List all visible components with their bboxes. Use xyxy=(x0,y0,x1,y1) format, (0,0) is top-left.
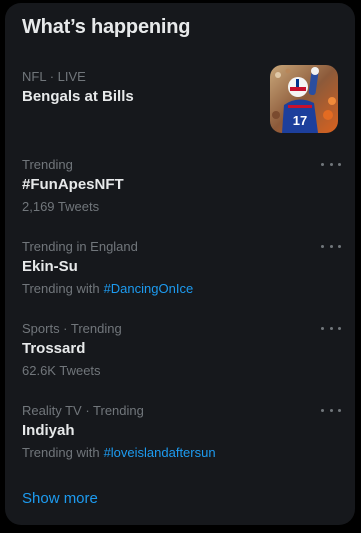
trend-name: #FunApesNFT xyxy=(22,176,124,193)
trend-item-trossard[interactable]: Sports · Trending Trossard 62.6K Tweets xyxy=(5,321,355,403)
football-player-thumbnail-icon[interactable]: 17 xyxy=(270,65,338,133)
tweet-count: 2,169 Tweets xyxy=(22,199,100,214)
show-more-link[interactable]: Show more xyxy=(22,490,98,507)
hashtag-link[interactable]: #DancingOnIce xyxy=(104,281,194,296)
tweet-count: 62.6K Tweets xyxy=(22,363,101,378)
more-options-icon[interactable] xyxy=(321,157,341,171)
trend-name: Indiyah xyxy=(22,422,75,439)
trending-with-label: Trending with xyxy=(22,281,100,296)
more-options-icon[interactable] xyxy=(321,403,341,417)
more-options-icon[interactable] xyxy=(321,321,341,335)
trend-item-indiyah[interactable]: Reality TV · Trending Indiyah Trending w… xyxy=(5,403,355,485)
trend-meta: Reality TV · Trending xyxy=(22,403,144,418)
trending-with-label: Trending with xyxy=(22,445,100,460)
trend-name: Bengals at Bills xyxy=(22,88,134,105)
trending-with: Trending with #DancingOnIce xyxy=(22,281,193,296)
trend-item-funapesnft[interactable]: Trending #FunApesNFT 2,169 Tweets xyxy=(5,157,355,239)
trend-name: Ekin-Su xyxy=(22,258,78,275)
trending-with: Trending with #loveislandaftersun xyxy=(22,445,216,460)
trend-meta: Sports · Trending xyxy=(22,321,122,336)
trend-meta: Trending xyxy=(22,157,73,172)
hashtag-link[interactable]: #loveislandaftersun xyxy=(104,445,216,460)
svg-text:17: 17 xyxy=(293,113,307,128)
panel-title: What’s happening xyxy=(22,16,191,38)
whats-happening-panel: What’s happening NFL · LIVE Bengals at B… xyxy=(5,3,355,525)
more-options-icon[interactable] xyxy=(321,239,341,253)
trend-name: Trossard xyxy=(22,340,86,357)
trend-meta: NFL · LIVE xyxy=(22,69,86,84)
trend-meta: Trending in England xyxy=(22,239,138,254)
trend-item-ekin-su[interactable]: Trending in England Ekin-Su Trending wit… xyxy=(5,239,355,321)
